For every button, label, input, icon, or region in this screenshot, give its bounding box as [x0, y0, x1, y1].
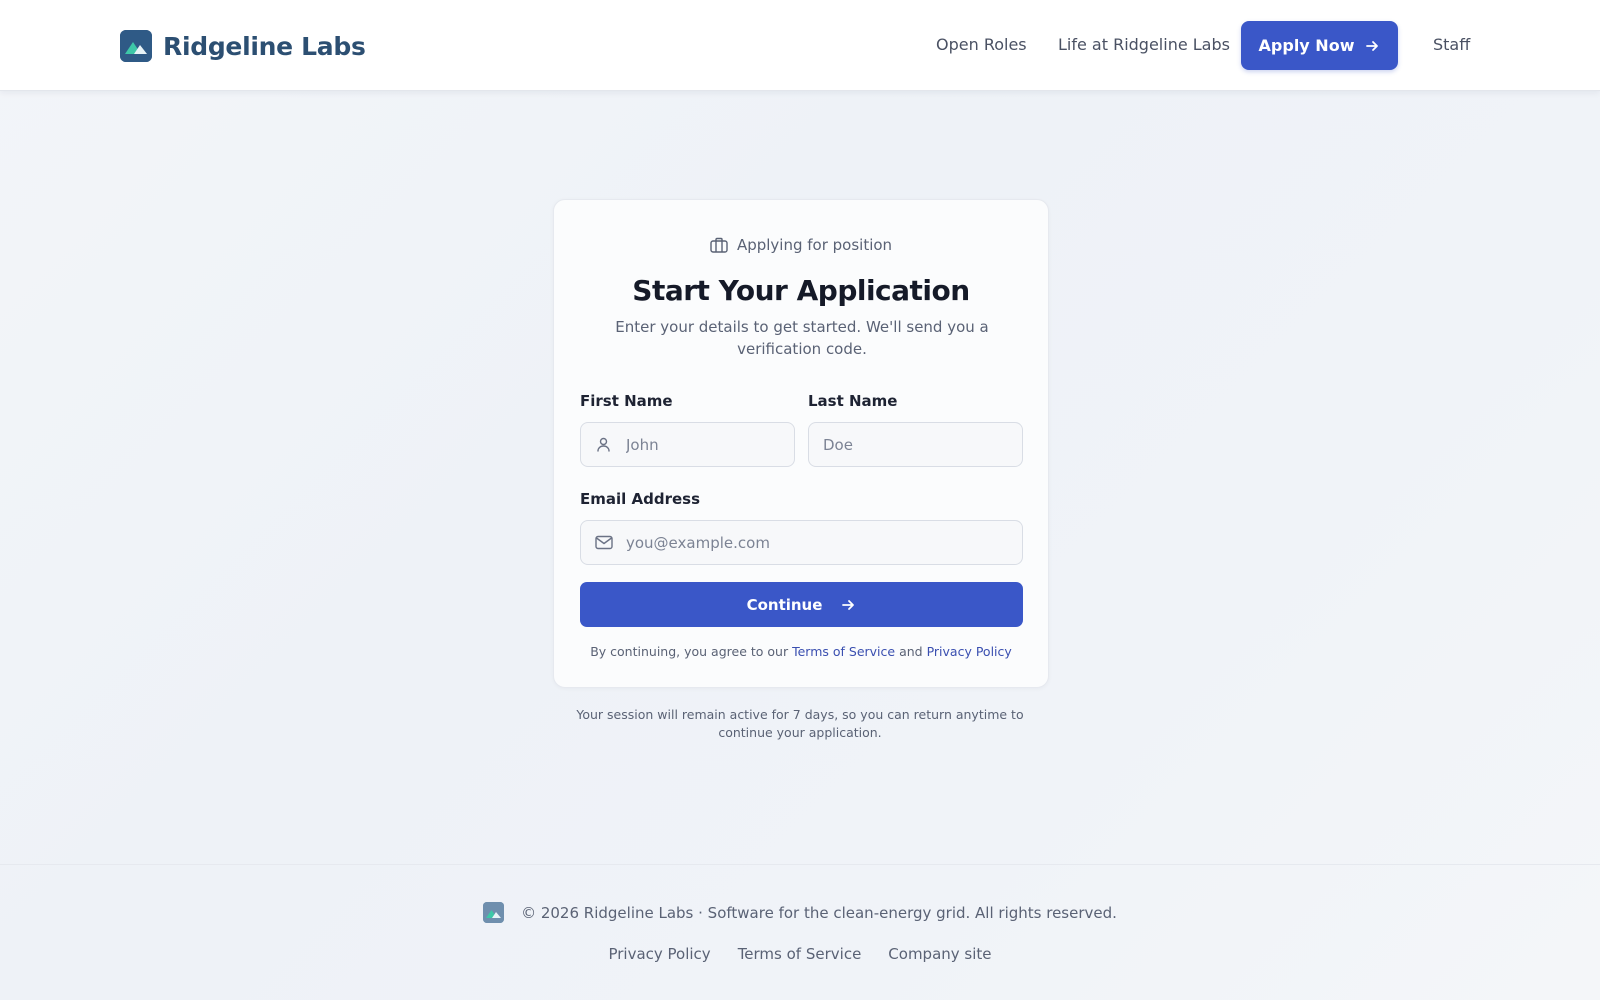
privacy-policy-link[interactable]: Privacy Policy: [927, 644, 1012, 659]
session-note: Your session will remain active for 7 da…: [576, 707, 1024, 740]
terms-of-service-link[interactable]: Terms of Service: [792, 644, 895, 659]
email-field[interactable]: [580, 520, 1023, 565]
brand[interactable]: Ridgeline Labs: [120, 30, 366, 62]
mail-icon: [595, 534, 613, 551]
footer-terms-link[interactable]: Terms of Service: [738, 945, 862, 963]
arrow-right-icon: [1364, 38, 1380, 54]
last-name-label: Last Name: [808, 392, 898, 410]
position-label: Applying for position: [736, 236, 893, 254]
terms-and: and: [899, 644, 923, 659]
continue-button[interactable]: Continue: [580, 582, 1023, 627]
position-indicator: Applying for position: [554, 236, 1048, 254]
mountain-logo-icon: [483, 902, 505, 923]
first-name-input[interactable]: [581, 423, 794, 466]
email-label: Email Address: [580, 490, 701, 508]
nav-life-at-ridgeline[interactable]: Life at Ridgeline Labs: [1058, 35, 1230, 54]
last-name-field[interactable]: [808, 422, 1023, 467]
continue-label: Continue: [746, 595, 823, 614]
last-name-input[interactable]: [809, 423, 1022, 466]
first-name-label: First Name: [580, 392, 673, 410]
apply-now-label: Apply Now: [1258, 36, 1355, 55]
page-subtitle: Enter your details to get started. We'll…: [615, 318, 989, 358]
page-title: Start Your Application: [632, 274, 970, 307]
first-name-field[interactable]: [580, 422, 795, 467]
brand-name: Ridgeline Labs: [163, 31, 366, 61]
nav-staff[interactable]: Staff: [1433, 35, 1470, 54]
footer-links: Privacy Policy Terms of Service Company …: [0, 945, 1600, 963]
footer-privacy-link[interactable]: Privacy Policy: [608, 945, 710, 963]
application-card: Applying for position Start Your Applica…: [553, 199, 1049, 688]
apply-now-button[interactable]: Apply Now: [1241, 21, 1398, 70]
terms-notice: By continuing, you agree to our Terms of…: [554, 644, 1048, 659]
footer-copyright-row: © 2026 Ridgeline Labs · Software for the…: [0, 902, 1600, 923]
briefcase-icon: [710, 237, 728, 253]
mountain-logo-icon: [120, 30, 152, 62]
footer-company-link[interactable]: Company site: [888, 945, 991, 963]
site-header: Ridgeline Labs Open Roles Life at Ridgel…: [0, 0, 1600, 91]
footer-copyright: © 2026 Ridgeline Labs · Software for the…: [521, 903, 1117, 922]
email-input[interactable]: [581, 521, 1022, 564]
nav-open-roles[interactable]: Open Roles: [936, 35, 1027, 54]
footer-divider: [0, 864, 1600, 865]
arrow-right-icon: [840, 597, 856, 613]
user-icon: [595, 436, 612, 453]
terms-prefix: By continuing, you agree to our: [590, 644, 789, 659]
